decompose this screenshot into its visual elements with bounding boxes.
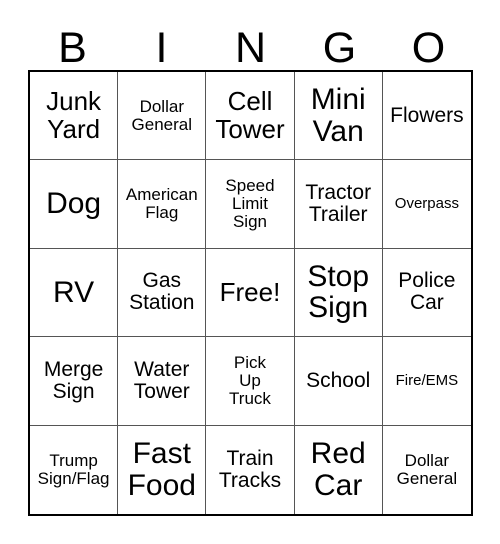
bingo-header-letter-o: O (411, 24, 446, 72)
bingo-grid: Junk Yard Dollar General Cell Tower Mini… (28, 70, 473, 516)
bingo-header-row: B I N G O (28, 20, 473, 70)
bingo-header-letter-i: I (155, 24, 168, 72)
bingo-cell-label: Dog (46, 187, 102, 221)
bingo-cell-n5[interactable]: Train Tracks (206, 425, 295, 514)
bingo-header-letter-b: B (58, 24, 87, 72)
bingo-cell-label: Overpass (394, 195, 459, 213)
bingo-free-space-label: Free! (219, 276, 281, 307)
bingo-cell-o5[interactable]: Dollar General (382, 425, 471, 514)
bingo-cell-n1[interactable]: Cell Tower (206, 72, 295, 161)
bingo-cell-label: Speed Limit Sign (225, 176, 275, 232)
bingo-cell-i2[interactable]: American Flag (118, 160, 207, 249)
bingo-cell-g1[interactable]: Mini Van (294, 72, 383, 161)
bingo-cell-g4[interactable]: School (294, 337, 383, 426)
bingo-cell-n4[interactable]: Pick Up Truck (206, 337, 295, 426)
bingo-cell-label: Pick Up Truck (229, 352, 271, 408)
bingo-cell-label: Mini Van (310, 82, 366, 148)
bingo-cell-label: Water Tower (133, 357, 190, 403)
bingo-cell-free-space[interactable]: Free! (206, 248, 295, 338)
bingo-cell-o4[interactable]: Fire/EMS (382, 337, 471, 426)
bingo-cell-o1[interactable]: Flowers (382, 72, 471, 161)
bingo-cell-i4[interactable]: Water Tower (118, 337, 207, 426)
bingo-cell-label: Stop Sign (307, 259, 370, 325)
bingo-cell-o3[interactable]: Police Car (382, 248, 471, 338)
bingo-cell-i3[interactable]: Gas Station (118, 248, 207, 338)
bingo-cell-label: Fire/EMS (395, 371, 459, 389)
bingo-cell-b3[interactable]: RV (30, 248, 119, 338)
bingo-cell-b5[interactable]: Trump Sign/Flag (30, 425, 119, 514)
bingo-cell-b2[interactable]: Dog (30, 160, 119, 249)
bingo-cell-label: Dollar General (396, 450, 458, 488)
bingo-cell-label: American Flag (125, 185, 198, 223)
bingo-cell-n2[interactable]: Speed Limit Sign (206, 160, 295, 249)
bingo-cell-label: Junk Yard (46, 86, 102, 144)
bingo-cell-label: Flowers (390, 103, 464, 127)
bingo-cell-g5[interactable]: Red Car (294, 425, 383, 514)
bingo-cell-label: Tractor Trailer (305, 180, 372, 227)
bingo-cell-label: School (306, 368, 371, 392)
bingo-cell-i1[interactable]: Dollar General (118, 72, 207, 161)
bingo-cell-o2[interactable]: Overpass (382, 160, 471, 249)
bingo-cell-i5[interactable]: Fast Food (118, 425, 207, 514)
bingo-cell-label: Train Tracks (218, 446, 282, 492)
bingo-cell-label: Trump Sign/Flag (37, 450, 110, 488)
bingo-cell-label: Dollar General (131, 96, 193, 134)
bingo-cell-label: Merge Sign (43, 357, 104, 403)
bingo-header-letter-n: N (234, 24, 267, 72)
bingo-cell-g3[interactable]: Stop Sign (294, 248, 383, 338)
bingo-cell-b1[interactable]: Junk Yard (30, 72, 119, 161)
bingo-cell-label: Fast Food (127, 437, 196, 502)
bingo-cell-label: Cell Tower (215, 86, 285, 144)
bingo-cell-label: Gas Station (129, 269, 195, 315)
bingo-cell-b4[interactable]: Merge Sign (30, 337, 119, 426)
bingo-header-letter-g: G (322, 24, 357, 72)
bingo-cell-label: Police Car (398, 269, 456, 315)
bingo-card: B I N G O Junk Yard Dollar General Cell … (0, 0, 500, 544)
bingo-cell-label: Red Car (310, 437, 366, 502)
bingo-cell-g2[interactable]: Tractor Trailer (294, 160, 383, 249)
bingo-cell-label: RV (53, 275, 95, 309)
